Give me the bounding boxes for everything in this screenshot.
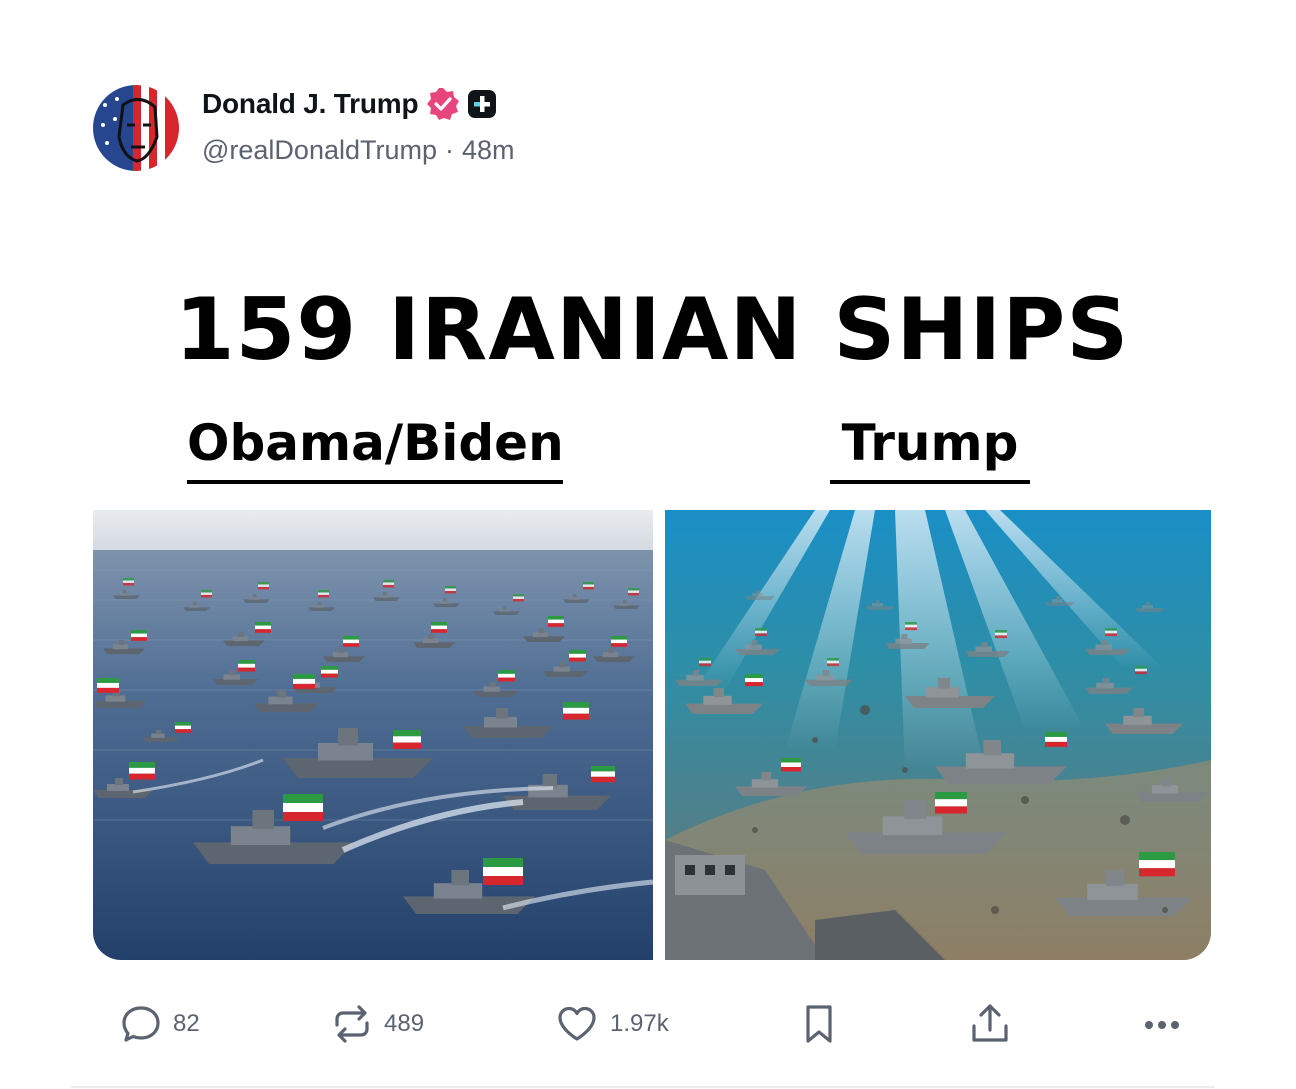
post-actions: 82 489 1.97k — [0, 1000, 1296, 1048]
like-count: 1.97k — [610, 1010, 669, 1037]
image-label-right: Trump — [841, 414, 1019, 472]
image-panel-ships-at-sea — [93, 510, 653, 960]
image-headline: 159 IRANIAN SHIPS — [174, 280, 1130, 380]
platform-badge-icon — [467, 89, 497, 119]
author-handle[interactable]: @realDonaldTrump — [202, 135, 437, 166]
repost-count: 489 — [384, 1010, 425, 1037]
reply-button[interactable]: 82 — [121, 1000, 200, 1048]
more-options-button[interactable] — [1140, 1000, 1184, 1048]
reply-icon — [121, 1003, 161, 1045]
repost-button[interactable]: 489 — [332, 1000, 424, 1048]
label-underline-right — [830, 480, 1030, 484]
post: Donald J. Trump @realDonaldTrump · 48m 1… — [0, 0, 1296, 1089]
author-meta: @realDonaldTrump · 48m — [202, 135, 515, 166]
post-divider — [71, 1086, 1215, 1088]
post-timestamp[interactable]: 48m — [462, 135, 515, 166]
post-image[interactable]: 159 IRANIAN SHIPS Obama/Biden Trump — [93, 232, 1211, 960]
like-icon — [556, 1003, 598, 1045]
share-button[interactable] — [968, 1000, 1012, 1048]
bookmark-icon — [800, 1002, 838, 1046]
image-panel-ships-underwater — [665, 510, 1211, 960]
bookmark-button[interactable] — [800, 1000, 838, 1048]
repost-icon — [332, 1003, 372, 1045]
more-icon — [1140, 1002, 1184, 1046]
reply-count: 82 — [173, 1010, 200, 1037]
label-underline-left — [187, 480, 563, 484]
meta-separator: · — [445, 135, 454, 165]
avatar[interactable] — [93, 85, 179, 171]
verified-icon — [426, 87, 460, 121]
author-name-row: Donald J. Trump — [202, 86, 497, 122]
image-label-left: Obama/Biden — [187, 414, 564, 472]
author-display-name[interactable]: Donald J. Trump — [202, 88, 419, 120]
like-button[interactable]: 1.97k — [556, 1000, 669, 1048]
share-icon — [968, 1002, 1012, 1046]
